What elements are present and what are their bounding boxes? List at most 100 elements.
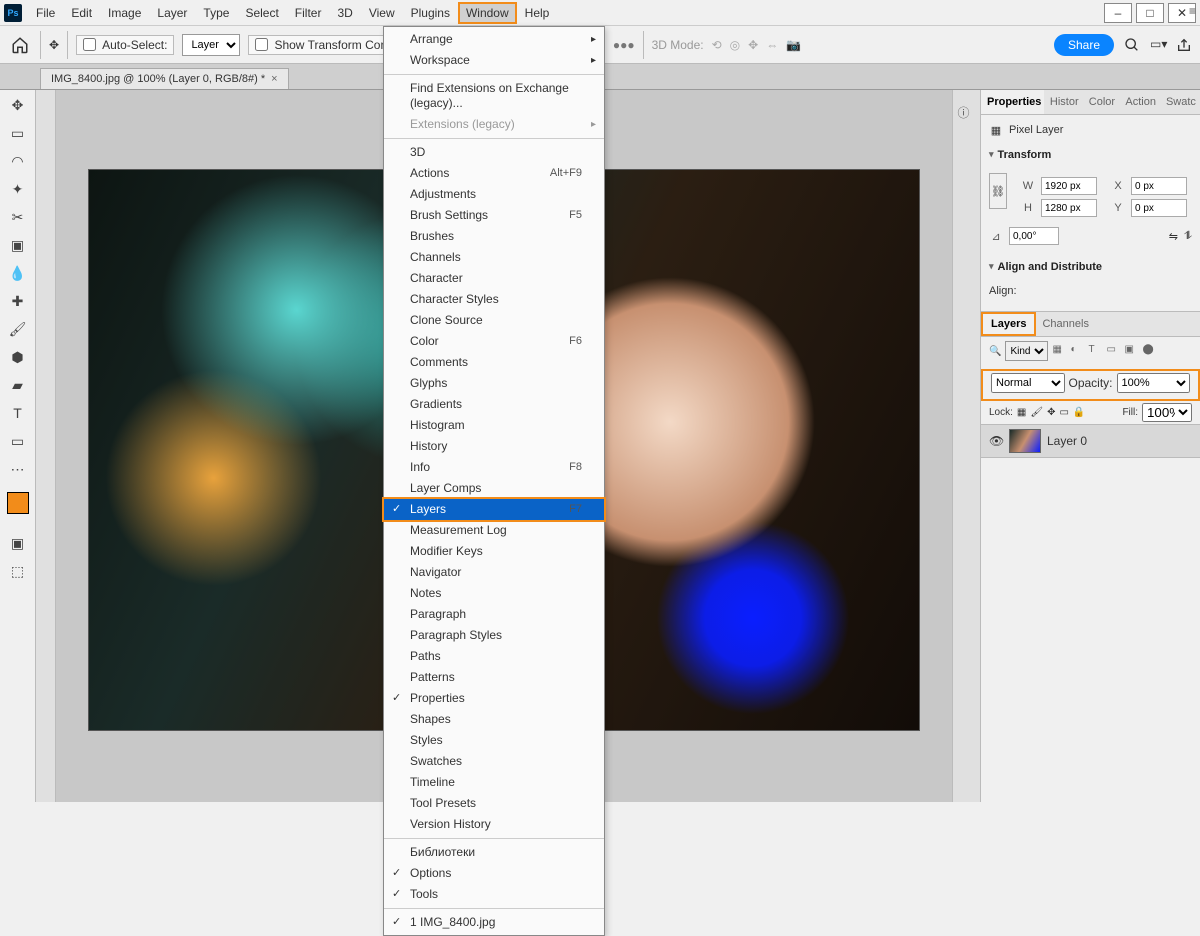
tab-history[interactable]: Histor <box>1044 90 1083 114</box>
collapsed-panel-right[interactable]: ⓘ <box>952 90 980 802</box>
menuitem-patterns[interactable]: Patterns <box>384 667 604 688</box>
more-icon[interactable]: ●●● <box>613 38 635 52</box>
lasso-tool[interactable]: ◠ <box>5 150 31 172</box>
tab-properties[interactable]: Properties <box>981 90 1044 114</box>
flip-v-icon[interactable]: ⥮ <box>1184 230 1192 243</box>
blend-mode-select[interactable]: Normal <box>991 373 1065 393</box>
lock-trans-icon[interactable]: ▦ <box>1017 407 1026 418</box>
menuitem-navigator[interactable]: Navigator <box>384 562 604 583</box>
maximize-button[interactable]: □ <box>1136 3 1164 23</box>
info-icon[interactable]: ⓘ <box>958 104 976 122</box>
menu-help[interactable]: Help <box>517 2 558 24</box>
menuitem-gradients[interactable]: Gradients <box>384 394 604 415</box>
menuitem-measurement-log[interactable]: Measurement Log <box>384 520 604 541</box>
menu-type[interactable]: Type <box>195 2 237 24</box>
share-button[interactable]: Share <box>1054 34 1114 56</box>
menuitem-3d[interactable]: 3D <box>384 142 604 163</box>
heal-tool[interactable]: ✚ <box>5 290 31 312</box>
menuitem-history[interactable]: History <box>384 436 604 457</box>
menuitem-layers[interactable]: LayersF7 <box>384 499 604 520</box>
menu-image[interactable]: Image <box>100 2 149 24</box>
transform-section[interactable]: Transform <box>981 145 1200 165</box>
search-icon[interactable] <box>1124 37 1140 53</box>
menuitem-channels[interactable]: Channels <box>384 247 604 268</box>
menuitem-paragraph-styles[interactable]: Paragraph Styles <box>384 625 604 646</box>
filter-smart-icon[interactable]: ▣ <box>1124 344 1138 358</box>
angle-input[interactable] <box>1009 227 1059 245</box>
eraser-tool[interactable]: ▰ <box>5 374 31 396</box>
frame-tool[interactable]: ▣ <box>5 234 31 256</box>
menu-layer[interactable]: Layer <box>149 2 195 24</box>
menuitem-timeline[interactable]: Timeline <box>384 772 604 793</box>
layer-name[interactable]: Layer 0 <box>1047 434 1087 448</box>
home-icon[interactable] <box>8 33 32 57</box>
menuitem-brush-settings[interactable]: Brush SettingsF5 <box>384 205 604 226</box>
menu-select[interactable]: Select <box>237 2 286 24</box>
brush-tool[interactable]: 🖌 <box>5 318 31 340</box>
export-icon[interactable] <box>1176 37 1192 53</box>
filter-pixel-icon[interactable]: ▦ <box>1052 344 1066 358</box>
visibility-icon[interactable]: 👁 <box>989 434 1003 448</box>
document-tab[interactable]: IMG_8400.jpg @ 100% (Layer 0, RGB/8#) * … <box>40 68 289 89</box>
filter-type-icon[interactable]: T <box>1088 344 1102 358</box>
menuitem-clone-source[interactable]: Clone Source <box>384 310 604 331</box>
y-input[interactable] <box>1131 199 1187 217</box>
menuitem-tool-presets[interactable]: Tool Presets <box>384 793 604 814</box>
foreground-color[interactable] <box>7 492 29 514</box>
tab-color[interactable]: Color <box>1083 90 1120 114</box>
menuitem-brushes[interactable]: Brushes <box>384 226 604 247</box>
width-input[interactable] <box>1041 177 1097 195</box>
fill-select[interactable]: 100% <box>1142 403 1192 422</box>
menuitem-modifier-keys[interactable]: Modifier Keys <box>384 541 604 562</box>
menu-file[interactable]: File <box>28 2 63 24</box>
collapsed-panel-left[interactable] <box>36 90 56 802</box>
x-input[interactable] <box>1131 177 1187 195</box>
move-tool[interactable]: ✥ <box>5 94 31 116</box>
eyedropper-tool[interactable]: 💧 <box>5 262 31 284</box>
filter-toggle-icon[interactable]: ⬤ <box>1142 344 1156 358</box>
menuitem-histogram[interactable]: Histogram <box>384 415 604 436</box>
shape-tool[interactable]: ▭ <box>5 430 31 452</box>
tab-swatches[interactable]: Swatc <box>1160 90 1200 114</box>
menuitem-actions[interactable]: ActionsAlt+F9 <box>384 163 604 184</box>
auto-select-target[interactable]: Layer <box>182 34 240 56</box>
menuitem-version-history[interactable]: Version History <box>384 814 604 835</box>
menuitem-styles[interactable]: Styles <box>384 730 604 751</box>
menuitem-color[interactable]: ColorF6 <box>384 331 604 352</box>
lock-artboard-icon[interactable]: ▭ <box>1059 407 1068 418</box>
filter-adjust-icon[interactable]: ◐ <box>1070 344 1084 358</box>
height-input[interactable] <box>1041 199 1097 217</box>
menuitem-notes[interactable]: Notes <box>384 583 604 604</box>
quickmask-tool[interactable]: ▣ <box>5 532 31 554</box>
menuitem-paths[interactable]: Paths <box>384 646 604 667</box>
layer-row[interactable]: 👁 Layer 0 <box>981 425 1200 458</box>
screen-mode-icon[interactable]: ▭▾ <box>1150 37 1166 53</box>
menu-plugins[interactable]: Plugins <box>403 2 458 24</box>
kind-filter[interactable]: Kind <box>1005 341 1048 361</box>
menuitem-paragraph[interactable]: Paragraph <box>384 604 604 625</box>
lock-paint-icon[interactable]: 🖌 <box>1030 407 1043 418</box>
menuitem--[interactable]: Библиотеки <box>384 842 604 863</box>
tab-actions[interactable]: Action <box>1119 90 1160 114</box>
screenmode-tool[interactable]: ⬚ <box>5 560 31 582</box>
menuitem-character-styles[interactable]: Character Styles <box>384 289 604 310</box>
menuitem-arrange[interactable]: Arrange <box>384 29 604 50</box>
menuitem-tools[interactable]: Tools <box>384 884 604 905</box>
layer-thumbnail[interactable] <box>1009 429 1041 453</box>
menu-3d[interactable]: 3D <box>329 2 360 24</box>
menuitem-1-img-8400-jpg[interactable]: 1 IMG_8400.jpg <box>384 912 604 933</box>
minimize-button[interactable]: – <box>1104 3 1132 23</box>
wand-tool[interactable]: ✦ <box>5 178 31 200</box>
stamp-tool[interactable]: ⬢ <box>5 346 31 368</box>
move-tool-icon[interactable]: ✥ <box>49 38 59 52</box>
menuitem-find-extensions-on-exchange-legacy-[interactable]: Find Extensions on Exchange (legacy)... <box>384 78 604 114</box>
close-tab-icon[interactable]: × <box>271 73 277 85</box>
menuitem-info[interactable]: InfoF8 <box>384 457 604 478</box>
menu-edit[interactable]: Edit <box>63 2 100 24</box>
menuitem-shapes[interactable]: Shapes <box>384 709 604 730</box>
menuitem-layer-comps[interactable]: Layer Comps <box>384 478 604 499</box>
tab-channels[interactable]: Channels <box>1036 312 1094 336</box>
menuitem-adjustments[interactable]: Adjustments <box>384 184 604 205</box>
menuitem-workspace[interactable]: Workspace <box>384 50 604 71</box>
tab-layers[interactable]: Layers <box>981 312 1036 336</box>
